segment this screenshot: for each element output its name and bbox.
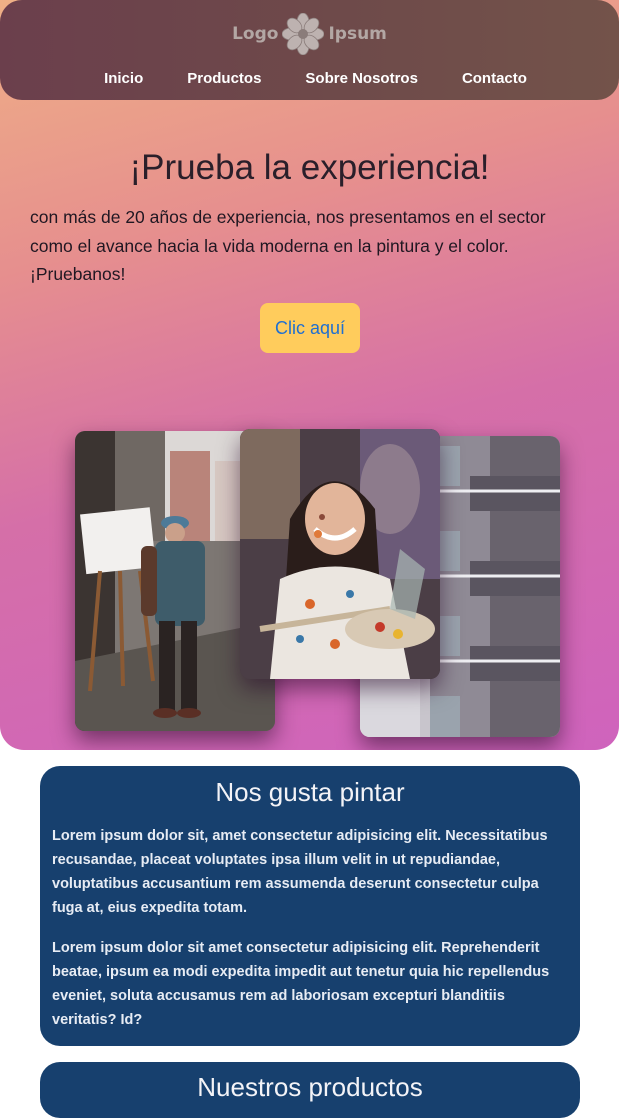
nav-link-inicio[interactable]: Inicio — [104, 70, 143, 87]
logo-text-left: Logo — [232, 24, 279, 44]
cta-button[interactable]: Clic aquí — [260, 303, 360, 353]
products-card: Nuestros productos — [40, 1062, 580, 1118]
about-paragraph-2: Lorem ipsum dolor sit amet consectetur a… — [52, 940, 550, 1028]
nav-link-contacto[interactable]: Contacto — [462, 70, 527, 87]
about-paragraph-1: Lorem ipsum dolor sit, amet consectetur … — [52, 828, 548, 916]
flower-logo-icon — [282, 13, 325, 55]
hero-title: ¡Prueba la experiencia! — [129, 148, 490, 187]
main-nav: Inicio Productos Sobre Nosotros Contacto — [0, 70, 619, 87]
nav-link-sobre-nosotros[interactable]: Sobre Nosotros — [305, 70, 418, 87]
logo-text-right: Ipsum — [328, 24, 387, 44]
nav-link-productos[interactable]: Productos — [187, 70, 261, 87]
top-navbar: Logo Ipsum Inicio Productos Sobre Nosotr… — [0, 0, 619, 100]
about-title: Nos gusta pintar — [215, 777, 405, 807]
about-card: Nos gusta pintar Lorem ipsum dolor sit, … — [40, 766, 580, 1046]
woman-painter-image — [240, 429, 440, 679]
products-title: Nuestros productos — [197, 1072, 423, 1102]
logo[interactable]: Logo Ipsum — [0, 13, 619, 55]
hero-section: Logo Ipsum Inicio Productos Sobre Nosotr… — [0, 0, 619, 750]
hero-description: con más de 20 años de experiencia, nos p… — [30, 207, 546, 284]
woman-painter-photo — [240, 429, 440, 679]
